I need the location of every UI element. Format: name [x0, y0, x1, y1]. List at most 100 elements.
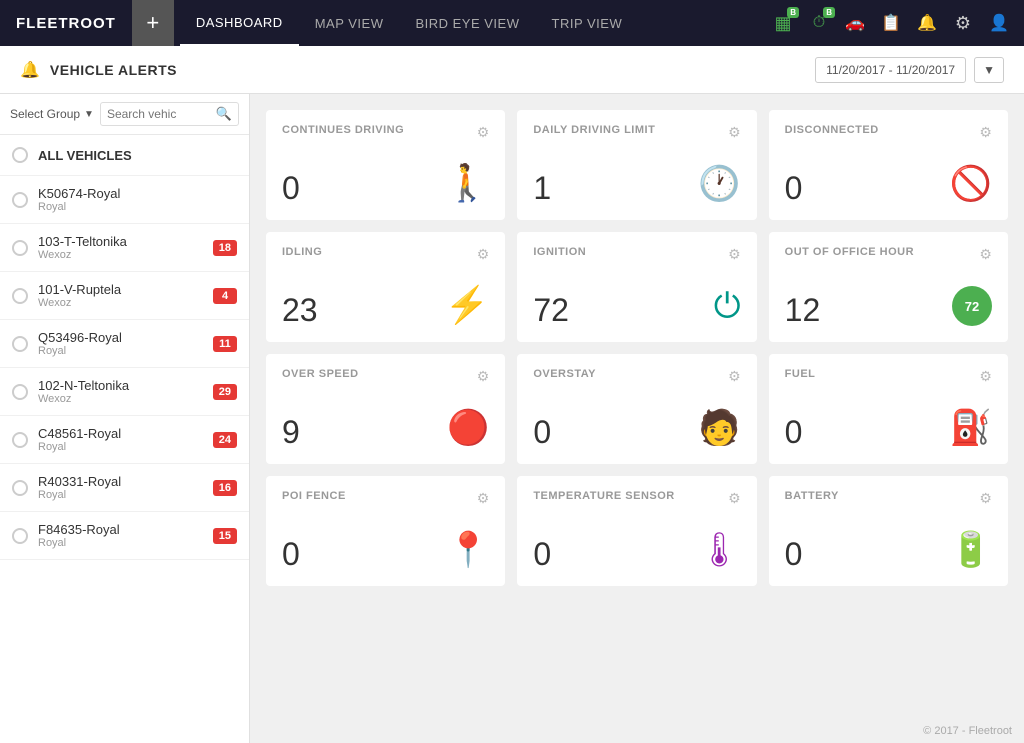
- card-title-ignition: IGNITION: [533, 246, 586, 258]
- card-body: 0 🔋: [785, 515, 992, 570]
- radio-vehicle[interactable]: [12, 240, 28, 256]
- vehicle-sub: Wexoz: [38, 297, 203, 309]
- gear-icon-idling[interactable]: ⚙: [477, 246, 490, 263]
- list-item[interactable]: 103-T-Teltonika Wexoz 18: [0, 224, 249, 272]
- vehicle-sub: Royal: [38, 489, 203, 501]
- nav-dashboard[interactable]: DASHBOARD: [180, 0, 299, 46]
- card-value-ignition: 72: [533, 294, 569, 326]
- card-body: 23 ⚡: [282, 271, 489, 326]
- card-title-out-of-office-hour: OUT OF OFFICE HOUR: [785, 246, 914, 258]
- list-item[interactable]: R40331-Royal Royal 16: [0, 464, 249, 512]
- search-input[interactable]: [107, 107, 216, 121]
- card-icon-poi-fence: 📍: [447, 530, 489, 570]
- nav-map-view[interactable]: MAP VIEW: [299, 0, 400, 46]
- gear-icon-temperature-sensor[interactable]: ⚙: [728, 490, 741, 507]
- card-icon-fuel: ⛽: [950, 408, 992, 448]
- card-icon-continues-driving: 🚶: [445, 162, 490, 204]
- card-header: OVER SPEED ⚙: [282, 368, 489, 385]
- card-header: POI FENCE ⚙: [282, 490, 489, 507]
- add-button[interactable]: +: [132, 0, 174, 46]
- vehicle-name: 103-T-Teltonika: [38, 234, 203, 249]
- page-title: VEHICLE ALERTS: [50, 62, 177, 78]
- gear-icon-continues-driving[interactable]: ⚙: [477, 124, 490, 141]
- date-range-picker[interactable]: 11/20/2017 - 11/20/2017: [815, 57, 966, 83]
- nav-icon-clock[interactable]: ⏱B: [802, 6, 836, 40]
- nav-trip-view[interactable]: TRIP VIEW: [536, 0, 639, 46]
- card-body: 0 ⛽: [785, 393, 992, 448]
- card-icon-battery: 🔋: [950, 530, 992, 570]
- radio-vehicle[interactable]: [12, 192, 28, 208]
- gear-icon-out-of-office-hour[interactable]: ⚙: [979, 246, 992, 263]
- gear-icon-daily-driving-limit[interactable]: ⚙: [728, 124, 741, 141]
- radio-vehicle[interactable]: [12, 288, 28, 304]
- content-area: CONTINUES DRIVING ⚙ 0 🚶 DAILY DRIVING LI…: [250, 94, 1024, 743]
- search-icon[interactable]: 🔍: [216, 106, 232, 122]
- nav-links: DASHBOARD MAP VIEW BIRD EYE VIEW TRIP VI…: [174, 0, 766, 46]
- card-header: DISCONNECTED ⚙: [785, 124, 992, 141]
- gear-icon-poi-fence[interactable]: ⚙: [477, 490, 490, 507]
- card-title-poi-fence: POI FENCE: [282, 490, 346, 502]
- nav-icon-user[interactable]: 👤: [982, 6, 1016, 40]
- card-icon-out-of-office-hour: 72: [952, 286, 992, 326]
- select-group-dropdown[interactable]: Select Group ▼: [10, 107, 94, 121]
- list-item[interactable]: Q53496-Royal Royal 11: [0, 320, 249, 368]
- list-item[interactable]: K50674-Royal Royal: [0, 176, 249, 224]
- card-header: IGNITION ⚙: [533, 246, 740, 263]
- card-body: 0 🧑: [533, 393, 740, 448]
- nav-icon-car[interactable]: 🚗: [838, 6, 872, 40]
- gear-icon-battery[interactable]: ⚙: [979, 490, 992, 507]
- radio-vehicle[interactable]: [12, 384, 28, 400]
- nav-icon-bell[interactable]: 🔔: [910, 6, 944, 40]
- vehicle-sub: Royal: [38, 537, 203, 549]
- card-continues-driving: CONTINUES DRIVING ⚙ 0 🚶: [266, 110, 505, 220]
- list-item[interactable]: C48561-Royal Royal 24: [0, 416, 249, 464]
- gear-icon-over-speed[interactable]: ⚙: [477, 368, 490, 385]
- list-item[interactable]: 101-V-Ruptela Wexoz 4: [0, 272, 249, 320]
- card-icon-temperature-sensor: 🌡: [697, 530, 740, 570]
- vehicle-badge: 15: [213, 528, 237, 544]
- vehicle-badge: 4: [213, 288, 237, 304]
- card-body: 9 🔴: [282, 393, 489, 448]
- card-value-idling: 23: [282, 294, 318, 326]
- vehicle-name: C48561-Royal: [38, 426, 203, 441]
- radio-vehicle[interactable]: [12, 480, 28, 496]
- all-vehicles-label: ALL VEHICLES: [38, 148, 132, 163]
- card-body: 72 ⏻: [533, 271, 740, 326]
- card-body: 0 📍: [282, 515, 489, 570]
- radio-vehicle[interactable]: [12, 432, 28, 448]
- card-value-disconnected: 0: [785, 172, 803, 204]
- sidebar-filters: Select Group ▼ 🔍: [0, 94, 249, 135]
- card-body-continues-driving: 0 🚶: [282, 149, 489, 204]
- vehicle-sub: Wexoz: [38, 393, 203, 405]
- card-header: DAILY DRIVING LIMIT ⚙: [533, 124, 740, 141]
- gear-icon-ignition[interactable]: ⚙: [728, 246, 741, 263]
- card-header: OVERSTAY ⚙: [533, 368, 740, 385]
- card-title-daily-driving-limit: DAILY DRIVING LIMIT: [533, 124, 655, 136]
- footer: © 2017 - Fleetroot: [911, 719, 1024, 743]
- nav-icon-settings[interactable]: ⚙: [946, 6, 980, 40]
- all-vehicles-item[interactable]: ALL VEHICLES: [0, 135, 249, 176]
- card-header: CONTINUES DRIVING ⚙: [282, 124, 489, 141]
- radio-all[interactable]: [12, 147, 28, 163]
- vehicle-info: C48561-Royal Royal: [38, 426, 203, 453]
- radio-vehicle[interactable]: [12, 528, 28, 544]
- top-nav: FLEETROOT + DASHBOARD MAP VIEW BIRD EYE …: [0, 0, 1024, 46]
- gear-icon-disconnected[interactable]: ⚙: [979, 124, 992, 141]
- list-item[interactable]: 102-N-Teltonika Wexoz 29: [0, 368, 249, 416]
- card-header: OUT OF OFFICE HOUR ⚙: [785, 246, 992, 263]
- list-item[interactable]: F84635-Royal Royal 15: [0, 512, 249, 560]
- card-header: TEMPERATURE SENSOR ⚙: [533, 490, 740, 507]
- vehicle-name: K50674-Royal: [38, 186, 237, 201]
- radio-vehicle[interactable]: [12, 336, 28, 352]
- card-icon-idling: ⚡: [445, 284, 490, 326]
- vehicle-name: 101-V-Ruptela: [38, 282, 203, 297]
- date-dropdown-arrow[interactable]: ▼: [974, 57, 1004, 83]
- nav-icon-group: ▦B ⏱B 🚗 📋 🔔 ⚙ 👤: [766, 6, 1024, 40]
- nav-bird-eye-view[interactable]: BIRD EYE VIEW: [399, 0, 535, 46]
- gear-icon-overstay[interactable]: ⚙: [728, 368, 741, 385]
- nav-icon-grid[interactable]: ▦B: [766, 6, 800, 40]
- gear-icon-fuel[interactable]: ⚙: [979, 368, 992, 385]
- card-body: 1 🕐: [533, 149, 740, 204]
- card-ignition: IGNITION ⚙ 72 ⏻: [517, 232, 756, 342]
- nav-icon-document[interactable]: 📋: [874, 6, 908, 40]
